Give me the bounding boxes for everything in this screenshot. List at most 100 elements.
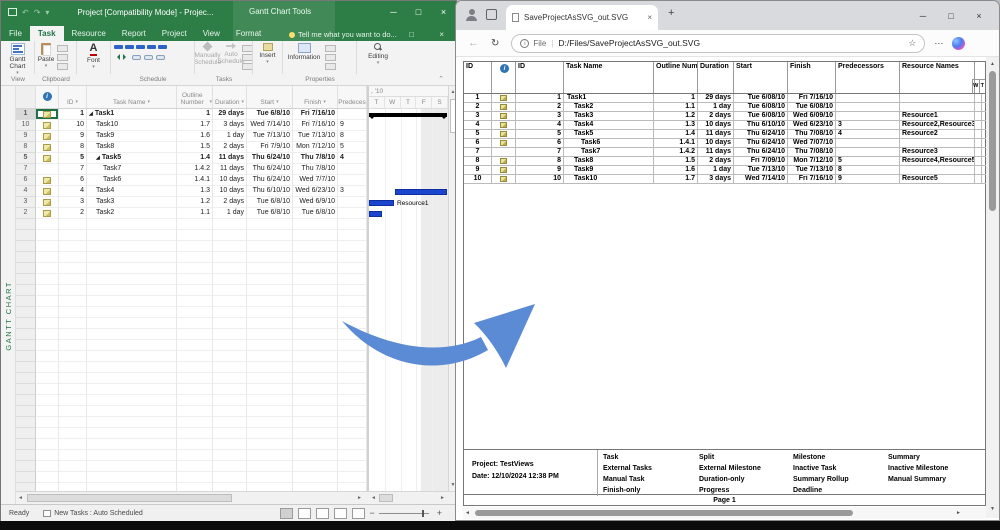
cell-task-name[interactable]: Task7 xyxy=(87,164,177,175)
empty-cell[interactable] xyxy=(293,461,338,472)
empty-cell[interactable] xyxy=(16,483,36,491)
empty-cell[interactable] xyxy=(247,307,293,318)
empty-cell[interactable] xyxy=(247,439,293,450)
empty-cell[interactable] xyxy=(247,340,293,351)
column-header-duration[interactable]: Duration▾ xyxy=(213,86,247,108)
task-row[interactable]: 1010Task101.73 daysWed 7/14/10Fri 7/16/1… xyxy=(16,120,367,131)
empty-cell[interactable] xyxy=(213,219,247,230)
empty-row[interactable] xyxy=(16,285,367,296)
scroll-left-icon[interactable]: ◄ xyxy=(465,507,470,519)
cell-duration[interactable]: 2 days xyxy=(213,197,247,208)
cell-start[interactable]: Fri 7/9/10 xyxy=(247,142,293,153)
cell-start[interactable]: Thu 6/24/10 xyxy=(247,175,293,186)
empty-cell[interactable] xyxy=(59,263,87,274)
empty-cell[interactable] xyxy=(16,351,36,362)
empty-cell[interactable] xyxy=(87,230,177,241)
resource-sheet-view-button[interactable] xyxy=(334,508,347,519)
cell-task-name[interactable]: Task10 xyxy=(87,120,177,131)
empty-cell[interactable] xyxy=(36,274,59,285)
cell-id[interactable]: 1 xyxy=(59,109,87,120)
address-bar[interactable]: i File | D:/Files/SaveProjectAsSVG_out.S… xyxy=(511,34,925,53)
scrollbar-thumb[interactable] xyxy=(989,71,996,211)
empty-cell[interactable] xyxy=(338,285,367,296)
cell-start[interactable]: Wed 7/14/10 xyxy=(247,120,293,131)
indicator-cell[interactable] xyxy=(36,186,59,197)
empty-cell[interactable] xyxy=(338,450,367,461)
empty-cell[interactable] xyxy=(59,395,87,406)
empty-cell[interactable] xyxy=(177,483,213,491)
empty-cell[interactable] xyxy=(247,461,293,472)
cell-duration[interactable]: 10 days xyxy=(213,175,247,186)
empty-cell[interactable] xyxy=(36,219,59,230)
cell-outline-number[interactable]: 1.2 xyxy=(177,197,213,208)
empty-cell[interactable] xyxy=(87,219,177,230)
task-row[interactable]: 11◢Task1129 daysTue 6/8/10Fri 7/16/10 xyxy=(16,109,367,120)
column-header-finish[interactable]: Finish▾ xyxy=(293,86,338,108)
empty-cell[interactable] xyxy=(59,472,87,483)
ribbon-tab-report[interactable]: Report xyxy=(114,26,154,41)
empty-cell[interactable] xyxy=(177,450,213,461)
empty-cell[interactable] xyxy=(16,307,36,318)
empty-cell[interactable] xyxy=(36,428,59,439)
empty-cell[interactable] xyxy=(213,296,247,307)
empty-row[interactable] xyxy=(16,252,367,263)
empty-cell[interactable] xyxy=(247,373,293,384)
cell-predecessors[interactable] xyxy=(338,197,367,208)
browser-vertical-scrollbar[interactable]: ▲ ▼ xyxy=(986,57,999,518)
empty-cell[interactable] xyxy=(177,329,213,340)
empty-cell[interactable] xyxy=(293,329,338,340)
expand-triangle-icon[interactable]: ◢ xyxy=(89,111,93,117)
auto-schedule-button[interactable]: Auto Schedule xyxy=(220,41,242,71)
cell-duration[interactable]: 1 day xyxy=(213,131,247,142)
empty-cell[interactable] xyxy=(87,252,177,263)
back-icon[interactable]: ← xyxy=(468,37,479,49)
empty-cell[interactable] xyxy=(293,219,338,230)
cell-finish[interactable]: Wed 6/9/10 xyxy=(293,197,338,208)
empty-cell[interactable] xyxy=(213,318,247,329)
empty-cell[interactable] xyxy=(177,285,213,296)
collapse-ribbon-icon[interactable]: ⌃ xyxy=(438,74,444,85)
cell-task-name[interactable]: ◢Task5 xyxy=(87,153,177,164)
empty-cell[interactable] xyxy=(59,362,87,373)
empty-cell[interactable] xyxy=(87,461,177,472)
settings-menu-icon[interactable]: ⋯ xyxy=(934,38,944,49)
empty-row[interactable] xyxy=(16,439,367,450)
indicator-cell[interactable] xyxy=(36,131,59,142)
empty-cell[interactable] xyxy=(213,307,247,318)
undo-icon[interactable]: ↶ xyxy=(22,8,29,17)
cell-outline-number[interactable]: 1.4.2 xyxy=(177,164,213,175)
empty-cell[interactable] xyxy=(59,329,87,340)
empty-cell[interactable] xyxy=(177,373,213,384)
cell-id[interactable]: 9 xyxy=(59,131,87,142)
browser-horizontal-scrollbar[interactable]: ◄ ► xyxy=(463,507,986,519)
scroll-down-icon[interactable]: ▼ xyxy=(986,503,999,515)
empty-cell[interactable] xyxy=(293,384,338,395)
favorites-star-icon[interactable]: ☆ xyxy=(908,38,916,49)
empty-cell[interactable] xyxy=(247,417,293,428)
cut-icon[interactable] xyxy=(57,45,68,52)
ribbon-tab-project[interactable]: Project xyxy=(154,26,195,41)
notes-icon[interactable] xyxy=(325,45,336,52)
empty-cell[interactable] xyxy=(293,252,338,263)
browser-tab[interactable]: SaveProjectAsSVG_out.SVG × xyxy=(506,5,658,30)
cell-duration[interactable]: 3 days xyxy=(213,120,247,131)
empty-row[interactable] xyxy=(16,417,367,428)
zoom-slider[interactable] xyxy=(379,513,429,514)
task-row[interactable]: 66Task61.4.110 daysThu 6/24/10Wed 7/7/10 xyxy=(16,175,367,186)
empty-cell[interactable] xyxy=(16,274,36,285)
indent-icon[interactable] xyxy=(123,54,129,60)
empty-cell[interactable] xyxy=(213,373,247,384)
cell-start[interactable]: Tue 7/13/10 xyxy=(247,131,293,142)
cell-start[interactable]: Tue 6/8/10 xyxy=(247,197,293,208)
task-bar[interactable] xyxy=(369,200,394,206)
empty-cell[interactable] xyxy=(177,384,213,395)
empty-row[interactable] xyxy=(16,230,367,241)
empty-cell[interactable] xyxy=(177,351,213,362)
task-row[interactable]: 33Task31.22 daysTue 6/8/10Wed 6/9/10 xyxy=(16,197,367,208)
empty-cell[interactable] xyxy=(338,263,367,274)
row-number[interactable]: 3 xyxy=(16,197,36,208)
empty-cell[interactable] xyxy=(293,241,338,252)
empty-cell[interactable] xyxy=(36,340,59,351)
workspaces-icon[interactable] xyxy=(486,9,497,20)
empty-cell[interactable] xyxy=(213,340,247,351)
